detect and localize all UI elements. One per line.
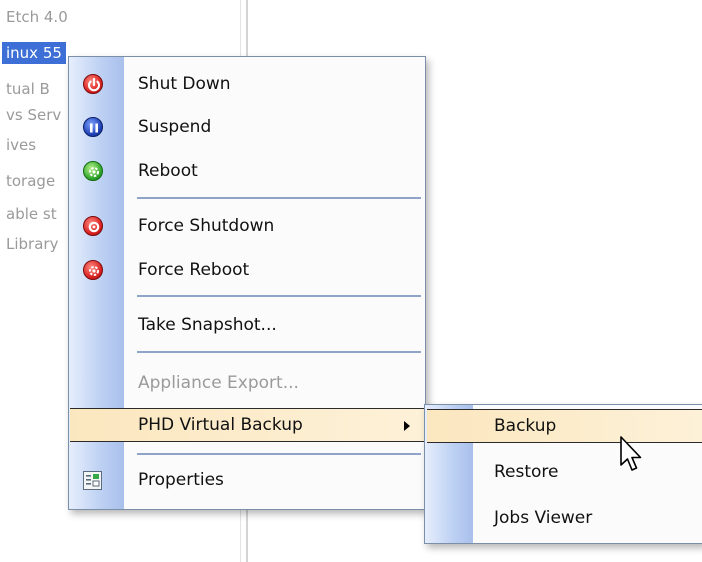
force-shutdown-icon	[83, 216, 103, 236]
tree-item[interactable]: Etch 4.0	[6, 6, 68, 28]
menu-separator	[137, 351, 421, 353]
submenu-item-backup[interactable]: Backup	[427, 409, 702, 443]
menu-item-suspend[interactable]: Suspend	[69, 110, 425, 144]
tree-item-selected[interactable]: inux 55	[2, 42, 66, 64]
menu-separator	[137, 197, 421, 199]
tree-item[interactable]: tual B	[6, 78, 50, 100]
submenu-item-restore[interactable]: Restore	[425, 455, 702, 489]
reboot-icon	[83, 161, 103, 181]
menu-item-label: Reboot	[138, 161, 198, 181]
power-icon	[83, 74, 103, 94]
menu-item-properties[interactable]: Properties	[69, 463, 425, 497]
context-menu: Shut Down Suspend Reboot Force Shutdown …	[68, 56, 426, 510]
menu-item-label: Take Snapshot...	[138, 315, 277, 335]
pause-icon	[83, 117, 103, 137]
menu-item-label: Backup	[494, 416, 557, 436]
menu-item-label: Suspend	[138, 117, 212, 137]
menu-item-shut-down[interactable]: Shut Down	[69, 67, 425, 101]
submenu-item-jobs-viewer[interactable]: Jobs Viewer	[425, 501, 702, 535]
tree-item[interactable]: torage	[6, 170, 55, 192]
menu-item-force-reboot[interactable]: Force Reboot	[69, 253, 425, 287]
menu-item-label: Shut Down	[138, 74, 231, 94]
menu-item-label: Properties	[138, 470, 224, 490]
menu-item-label: PHD Virtual Backup	[138, 415, 303, 435]
menu-item-label: Jobs Viewer	[494, 508, 593, 528]
tree-item[interactable]: able st	[6, 203, 57, 225]
menu-item-label: Force Reboot	[138, 260, 250, 280]
menu-item-label: Restore	[494, 462, 559, 482]
menu-item-appliance-export: Appliance Export...	[69, 366, 425, 400]
menu-item-take-snapshot[interactable]: Take Snapshot...	[69, 308, 425, 342]
mouse-cursor-icon	[620, 436, 642, 471]
tree-item[interactable]: Library	[6, 233, 58, 255]
menu-item-label: Force Shutdown	[138, 216, 275, 236]
menu-item-force-shutdown[interactable]: Force Shutdown	[69, 209, 425, 243]
force-reboot-icon	[83, 260, 103, 280]
submenu-arrow-icon	[404, 421, 410, 431]
properties-icon	[83, 471, 102, 490]
tree-item[interactable]: ives	[6, 134, 36, 156]
menu-item-reboot[interactable]: Reboot	[69, 154, 425, 188]
menu-item-label: Appliance Export...	[138, 373, 299, 393]
menu-separator	[137, 453, 421, 455]
tree-item[interactable]: vs Serv	[6, 104, 61, 126]
submenu-phd-virtual-backup: Backup Restore Jobs Viewer	[424, 404, 702, 544]
menu-item-phd-virtual-backup[interactable]: PHD Virtual Backup	[70, 408, 424, 442]
menu-separator	[137, 295, 421, 297]
